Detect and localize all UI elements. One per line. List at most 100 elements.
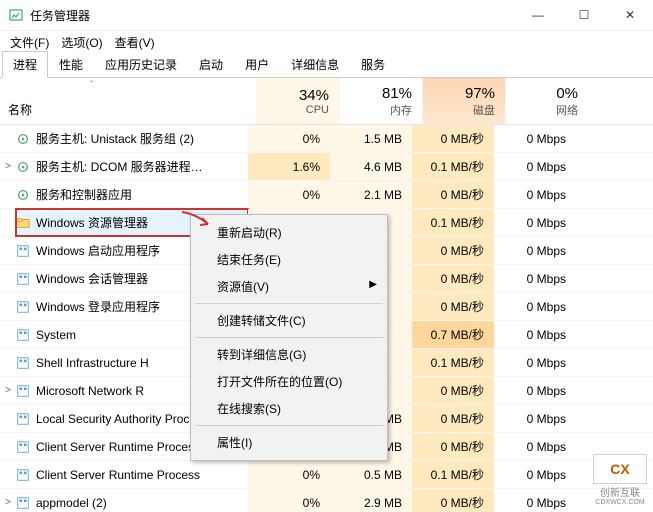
separator <box>195 425 383 426</box>
process-name: 服务和控制器应用 <box>36 186 250 203</box>
cell-net: 0 Mbps <box>494 237 576 264</box>
cell-disk: 0 MB/秒 <box>412 293 494 320</box>
context-menu: 重新启动(R) 结束任务(E) 资源值(V) ▶ 创建转储文件(C) 转到详细信息… <box>190 214 388 461</box>
app-icon <box>8 7 24 23</box>
tab-processes[interactable]: 进程 <box>2 51 48 78</box>
process-icon <box>16 355 30 371</box>
ctx-open-location[interactable]: 打开文件所在的位置(O) <box>193 368 385 395</box>
ctx-resource-label: 资源值(V) <box>217 280 269 294</box>
menu-options[interactable]: 选项(O) <box>57 32 106 53</box>
mem-label: 内存 <box>340 102 412 118</box>
process-icon <box>16 131 30 147</box>
process-icon <box>16 271 30 287</box>
expand-icon[interactable]: > <box>0 497 16 508</box>
table-row[interactable]: 服务主机: Unistack 服务组 (2)0%1.5 MB0 MB/秒0 Mb… <box>0 125 653 153</box>
cell-net: 0 Mbps <box>494 349 576 376</box>
menu-view[interactable]: 查看(V) <box>111 32 159 53</box>
col-cpu[interactable]: 34% CPU <box>256 78 339 124</box>
ctx-search[interactable]: 在线搜索(S) <box>193 395 385 422</box>
cell-mem: 1.5 MB <box>330 125 412 152</box>
cell-cpu: 0% <box>248 461 330 488</box>
tab-performance[interactable]: 性能 <box>48 51 94 78</box>
col-mem[interactable]: 81% 内存 <box>339 78 422 124</box>
table-row[interactable]: >appmodel (2)0%2.9 MB0 MB/秒0 Mbps <box>0 489 653 512</box>
cell-net: 0 Mbps <box>494 209 576 236</box>
tab-startup[interactable]: 启动 <box>188 51 234 78</box>
column-headers: ˇ 名称 34% CPU 81% 内存 97% 磁盘 0% 网络 <box>0 78 653 125</box>
cell-disk: 0 MB/秒 <box>412 433 494 460</box>
process-icon <box>16 215 30 231</box>
expand-icon[interactable]: > <box>0 161 16 172</box>
table-row[interactable]: 服务和控制器应用0%2.1 MB0 MB/秒0 Mbps <box>0 181 653 209</box>
process-icon <box>16 439 30 455</box>
cell-cpu: 0% <box>248 125 330 152</box>
cell-net: 0 Mbps <box>494 293 576 320</box>
cell-disk: 0 MB/秒 <box>412 237 494 264</box>
table-row[interactable]: > 服务主机: DCOM 服务器进程…1.6%4.6 MB0.1 MB/秒0 Mb… <box>0 153 653 181</box>
cell-disk: 0 MB/秒 <box>412 125 494 152</box>
separator <box>195 303 383 304</box>
process-icon <box>16 467 30 483</box>
cell-mem: 2.9 MB <box>330 489 412 512</box>
cpu-label: CPU <box>257 104 329 116</box>
ctx-end-task[interactable]: 结束任务(E) <box>193 246 385 273</box>
cell-net: 0 Mbps <box>494 181 576 208</box>
cell-disk: 0 MB/秒 <box>412 181 494 208</box>
cell-disk: 0 MB/秒 <box>412 489 494 512</box>
process-name: 服务主机: DCOM 服务器进程… <box>36 158 250 175</box>
process-icon <box>16 495 30 511</box>
process-icon <box>16 159 30 175</box>
tab-details[interactable]: 详细信息 <box>280 51 350 78</box>
cell-disk: 0.1 MB/秒 <box>412 349 494 376</box>
cell-mem: 4.6 MB <box>330 153 412 180</box>
cell-cpu: 1.6% <box>248 153 330 180</box>
ctx-dump[interactable]: 创建转储文件(C) <box>193 307 385 334</box>
expand-icon[interactable]: > <box>0 385 16 396</box>
ctx-properties[interactable]: 属性(I) <box>193 429 385 456</box>
mem-pct: 81% <box>340 85 412 102</box>
menubar: 文件(F) 选项(O) 查看(V) <box>0 31 653 53</box>
col-net[interactable]: 0% 网络 <box>505 78 588 124</box>
minimize-button[interactable]: — <box>515 0 561 30</box>
process-name: 服务主机: Unistack 服务组 (2) <box>36 130 250 147</box>
ctx-restart[interactable]: 重新启动(R) <box>193 219 385 246</box>
col-name[interactable]: ˇ 名称 <box>0 78 256 124</box>
col-name-label: 名称 <box>8 101 32 118</box>
process-icon <box>16 411 30 427</box>
cell-net: 0 Mbps <box>494 153 576 180</box>
process-icon <box>16 243 30 259</box>
tab-users[interactable]: 用户 <box>234 51 280 78</box>
tab-services[interactable]: 服务 <box>350 51 396 78</box>
cell-net: 0 Mbps <box>494 265 576 292</box>
chevron-right-icon: ▶ <box>369 279 377 290</box>
ctx-resource[interactable]: 资源值(V) ▶ <box>193 273 385 300</box>
cell-disk: 0 MB/秒 <box>412 405 494 432</box>
net-label: 网络 <box>506 102 578 118</box>
process-icon <box>16 187 30 203</box>
col-disk[interactable]: 97% 磁盘 <box>422 78 505 124</box>
process-icon <box>16 383 30 399</box>
table-row[interactable]: Client Server Runtime Process0%0.5 MB0.1… <box>0 461 653 489</box>
ctx-detail[interactable]: 转到详细信息(G) <box>193 341 385 368</box>
cell-mem: 2.1 MB <box>330 181 412 208</box>
cell-net: 0 Mbps <box>494 461 576 488</box>
cell-disk: 0.1 MB/秒 <box>412 153 494 180</box>
cell-disk: 0.1 MB/秒 <box>412 209 494 236</box>
process-icon <box>16 299 30 315</box>
cell-net: 0 Mbps <box>494 321 576 348</box>
cell-mem: 0.5 MB <box>330 461 412 488</box>
titlebar: 任务管理器 — ☐ ✕ <box>0 0 653 31</box>
close-button[interactable]: ✕ <box>607 0 653 30</box>
cell-disk: 0 MB/秒 <box>412 265 494 292</box>
cell-disk: 0.7 MB/秒 <box>412 321 494 348</box>
tab-history[interactable]: 应用历史记录 <box>94 51 188 78</box>
cell-cpu: 0% <box>248 489 330 512</box>
net-pct: 0% <box>506 85 578 102</box>
menu-file[interactable]: 文件(F) <box>6 32 53 53</box>
separator <box>195 337 383 338</box>
maximize-button[interactable]: ☐ <box>561 0 607 30</box>
cell-net: 0 Mbps <box>494 377 576 404</box>
cell-net: 0 Mbps <box>494 489 576 512</box>
cell-net: 0 Mbps <box>494 405 576 432</box>
process-icon <box>16 327 30 343</box>
